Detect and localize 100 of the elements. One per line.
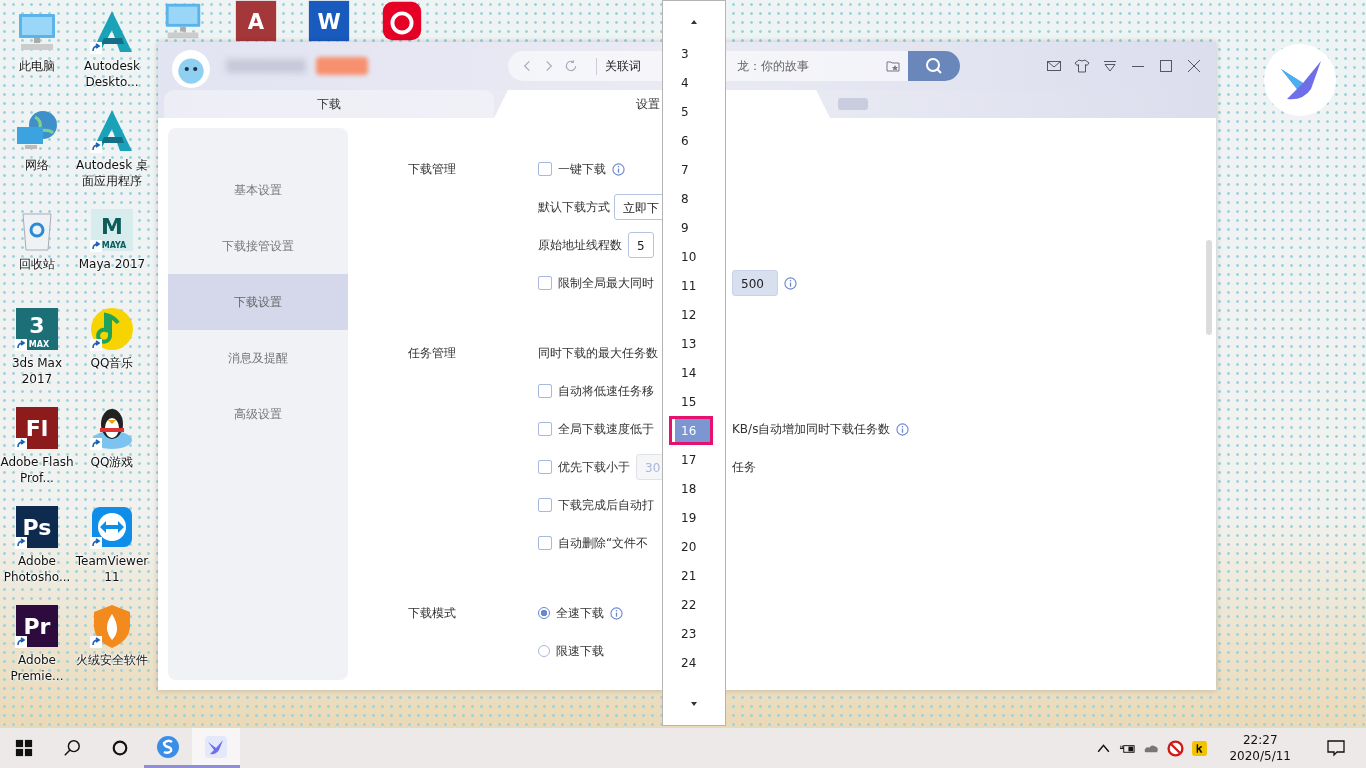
maximize-icon[interactable] bbox=[1158, 58, 1174, 74]
dropdown-option[interactable]: 20 bbox=[663, 532, 725, 561]
desktop-icon-label[interactable]: Autodesk 桌面应用程序 bbox=[75, 157, 149, 189]
avatar[interactable] bbox=[172, 50, 210, 88]
dropdown-option[interactable]: 4 bbox=[663, 68, 725, 97]
dropdown-option[interactable]: 21 bbox=[663, 561, 725, 590]
dropdown-option[interactable]: 22 bbox=[663, 590, 725, 619]
checkbox[interactable] bbox=[538, 422, 552, 436]
setting-label: 优先下载小于 bbox=[558, 458, 630, 476]
letter-s-logo-icon bbox=[156, 734, 180, 759]
sidebar-item[interactable]: 消息及提醒 bbox=[168, 330, 348, 386]
info-icon[interactable] bbox=[610, 606, 623, 620]
checkbox[interactable] bbox=[538, 460, 552, 474]
clock-date: 2020/5/11 bbox=[1229, 748, 1291, 764]
checkbox[interactable] bbox=[538, 536, 552, 550]
desktop-icon-label[interactable]: 此电脑 bbox=[0, 58, 74, 74]
dropdown-option[interactable]: 13 bbox=[663, 329, 725, 358]
windows-start-icon bbox=[15, 739, 33, 757]
dropdown-option[interactable]: 7 bbox=[663, 155, 725, 184]
sidebar-item[interactable]: 下载设置 bbox=[168, 274, 348, 330]
setting-label: 限制全局最大同时 bbox=[558, 274, 654, 292]
blurred-badge bbox=[316, 57, 368, 75]
mail-icon[interactable] bbox=[1046, 58, 1062, 74]
checkbox[interactable] bbox=[538, 276, 552, 290]
app-tile-icon: 3 MAX bbox=[13, 305, 61, 353]
desktop-icon-label[interactable]: 3ds Max 2017 bbox=[0, 355, 74, 387]
desktop-icon-label[interactable]: Adobe Photosho... bbox=[0, 553, 74, 585]
dropdown-option[interactable]: 24 bbox=[663, 648, 725, 677]
section-title: 下载管理 bbox=[408, 161, 457, 178]
info-icon[interactable] bbox=[784, 276, 797, 290]
checkbox[interactable] bbox=[538, 498, 552, 512]
app-tile-icon: Pr bbox=[13, 602, 61, 650]
close-icon[interactable] bbox=[1186, 58, 1202, 74]
dropdown-option[interactable]: 23 bbox=[663, 619, 725, 648]
info-icon[interactable] bbox=[612, 162, 625, 176]
input-field[interactable]: 500 bbox=[732, 270, 778, 296]
setting-label: 默认下载方式 bbox=[538, 198, 610, 216]
setting-label: KB/s自动增加同时下载任务数 bbox=[732, 420, 891, 438]
setting-label: 全速下载 bbox=[556, 604, 604, 622]
desktop-icon-label[interactable]: QQ游戏 bbox=[75, 454, 149, 470]
checkbox[interactable] bbox=[538, 384, 552, 398]
bird-logo-icon bbox=[1263, 43, 1337, 117]
section-title: 下载模式 bbox=[408, 605, 457, 622]
dropdown-option[interactable]: 19 bbox=[663, 503, 725, 532]
app-tile-icon: Fl bbox=[13, 404, 61, 452]
sidebar-item[interactable]: 高级设置 bbox=[168, 386, 348, 442]
checkbox[interactable] bbox=[538, 162, 552, 176]
section-title: 任务管理 bbox=[408, 345, 457, 362]
input-field[interactable]: 5 bbox=[628, 232, 654, 258]
app-tile-icon: A bbox=[233, 0, 279, 44]
no-entry-icon[interactable] bbox=[1167, 739, 1185, 757]
setting-label: 原始地址线程数 bbox=[538, 236, 622, 254]
search-button[interactable] bbox=[908, 51, 960, 81]
desktop-icon-label[interactable]: Adobe Flash Prof... bbox=[0, 454, 74, 486]
sidebar-item[interactable]: 基本设置 bbox=[168, 162, 348, 218]
setting-label: 全局下载速度低于 bbox=[558, 420, 654, 438]
setting-label: 下载完成后自动打 bbox=[558, 496, 654, 514]
radio-button[interactable] bbox=[538, 607, 550, 619]
tab[interactable]: 下载 bbox=[164, 90, 494, 118]
dropdown-option[interactable]: 3 bbox=[663, 39, 725, 68]
clock-time: 22:27 bbox=[1242, 732, 1278, 748]
dropdown-option[interactable]: 12 bbox=[663, 300, 725, 329]
desktop-icon-label[interactable]: Adobe Premie... bbox=[0, 652, 74, 684]
info-icon[interactable] bbox=[896, 422, 910, 436]
dropdown-option[interactable]: 14 bbox=[663, 358, 725, 387]
app-tile-icon: W bbox=[306, 0, 352, 44]
setting-label: 任务 bbox=[732, 458, 756, 476]
desktop-icon-label[interactable]: 火绒安全软件 bbox=[75, 652, 149, 668]
search-icon bbox=[63, 739, 81, 757]
setting-label: 自动将低速任务移 bbox=[558, 382, 654, 400]
dropdown-option[interactable]: 11 bbox=[663, 271, 725, 300]
app-tile-icon: Ps bbox=[13, 503, 61, 551]
refresh-icon[interactable] bbox=[564, 59, 578, 73]
search-field[interactable]: 龙：你的故事 bbox=[737, 57, 886, 75]
app-tile-icon: M MAYA bbox=[88, 206, 136, 254]
dropdown-option[interactable]: 6 bbox=[663, 126, 725, 155]
setting-label: 同时下载的最大任务数 bbox=[538, 344, 658, 362]
dropdown-option[interactable]: 15 bbox=[663, 387, 725, 416]
setting-label: 自动删除“文件不 bbox=[558, 534, 649, 552]
search-icon bbox=[925, 57, 943, 75]
desktop-icon-label[interactable]: 回收站 bbox=[0, 256, 74, 272]
dropdown-option[interactable]: 5 bbox=[663, 97, 725, 126]
letter-k-app-icon[interactable] bbox=[1191, 739, 1209, 757]
search-scope-dropdown[interactable]: 关联词 bbox=[596, 57, 641, 75]
desktop-icon-label[interactable]: 网络 bbox=[0, 157, 74, 173]
notification-icon[interactable] bbox=[1326, 738, 1346, 758]
desktop-icon-label[interactable]: QQ音乐 bbox=[75, 355, 149, 371]
clock-button[interactable]: 22:27 2020/5/11 bbox=[1229, 732, 1291, 764]
bookmark-folder-icon[interactable] bbox=[886, 59, 900, 73]
desktop-icon-label[interactable]: TeamViewer 11 bbox=[75, 553, 149, 585]
dropdown-menu-icon[interactable] bbox=[1102, 58, 1118, 74]
bird-logo-icon bbox=[204, 734, 228, 759]
dropdown-option[interactable]: 10 bbox=[663, 242, 725, 271]
desktop-icon-label[interactable]: Maya 2017 bbox=[75, 256, 149, 272]
setting-label: 一键下载 bbox=[558, 160, 606, 178]
desktop-icon-label[interactable]: Autodesk Deskto... bbox=[75, 58, 149, 90]
scrollbar[interactable] bbox=[1206, 240, 1212, 335]
sidebar-item[interactable]: 下载接管设置 bbox=[168, 218, 348, 274]
shirt-icon[interactable] bbox=[1074, 58, 1090, 74]
circle-icon bbox=[111, 739, 129, 757]
